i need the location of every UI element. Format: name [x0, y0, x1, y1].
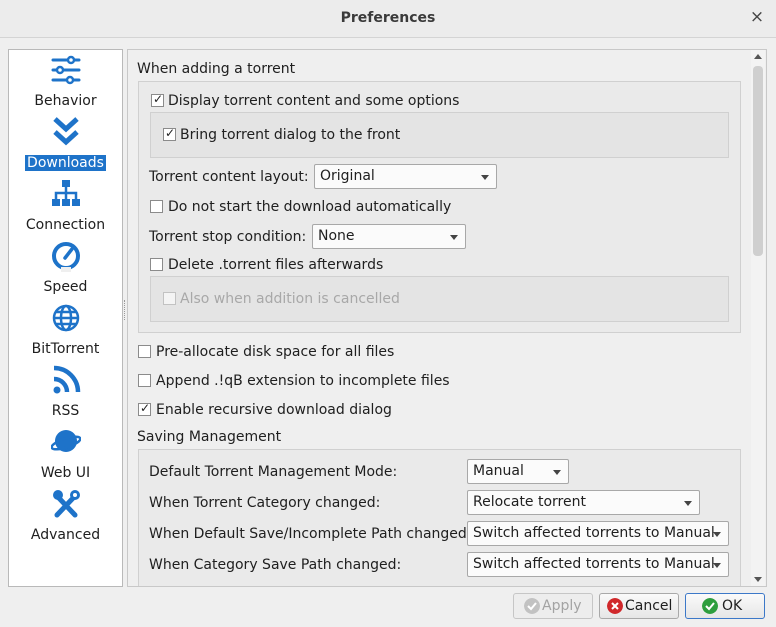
chevron-down-icon: [684, 501, 692, 506]
globe-icon: [52, 304, 80, 332]
chevron-down-icon: [450, 235, 458, 240]
ok-check-icon: [702, 598, 718, 614]
category-changed-label: When Torrent Category changed:: [149, 495, 381, 511]
default-path-changed-select-value: Switch affected torrents to Manual: [473, 525, 715, 541]
sidebar-item-webui[interactable]: Web UI: [9, 426, 122, 488]
category-path-changed-label: When Category Save Path changed:: [149, 557, 402, 573]
sidebar-label: Speed: [43, 279, 88, 295]
sidebar-label: Advanced: [30, 527, 101, 543]
title-bar: Preferences ×: [0, 0, 776, 38]
planet-icon: [51, 430, 81, 452]
delete-files-label: Delete .torrent files afterwards: [168, 257, 384, 273]
append-ext-label: Append .!qB extension to incomplete file…: [156, 373, 450, 389]
layout-label: Torrent content layout:: [149, 169, 309, 185]
speedometer-icon: [52, 242, 80, 272]
ok-button[interactable]: OK: [685, 593, 765, 619]
rss-icon: [53, 365, 81, 394]
network-icon: [52, 180, 80, 206]
chevron-down-icon: [553, 470, 561, 475]
recursive-label: Enable recursive download dialog: [156, 402, 392, 418]
sidebar-item-downloads[interactable]: Downloads: [9, 116, 122, 178]
cancel-x-icon: [607, 598, 623, 614]
downloads-page: When adding a torrent Display torrent co…: [127, 49, 767, 587]
double-chevron-down-icon: [53, 117, 79, 146]
stop-condition-label: Torrent stop condition:: [149, 229, 307, 245]
sliders-icon: [51, 55, 81, 85]
cancel-button[interactable]: Cancel: [599, 593, 679, 619]
mgmt-mode-select-value: Manual: [473, 463, 524, 479]
mgmt-mode-select[interactable]: Manual: [467, 459, 569, 484]
no-autostart-checkbox[interactable]: [150, 200, 163, 213]
stop-condition-select-value: None: [318, 228, 355, 244]
sidebar-item-advanced[interactable]: Advanced: [9, 488, 122, 550]
sidebar-item-connection[interactable]: Connection: [9, 178, 122, 240]
sidebar-label: RSS: [51, 403, 80, 419]
splitter-handle[interactable]: [124, 300, 126, 320]
preallocate-checkbox[interactable]: [138, 345, 151, 358]
recursive-checkbox[interactable]: [138, 401, 151, 416]
preferences-sidebar: Behavior Downloads Connection Speed BitT…: [8, 49, 123, 587]
display-content-checkbox[interactable]: [151, 92, 164, 107]
saving-group-title: Saving Management: [137, 429, 282, 445]
category-changed-select[interactable]: Relocate torrent: [467, 490, 700, 515]
category-changed-select-value: Relocate torrent: [473, 494, 586, 510]
default-path-changed-select[interactable]: Switch affected torrents to Manual: [467, 521, 729, 546]
category-path-changed-select[interactable]: Switch affected torrents to Manual: [467, 552, 729, 577]
layout-select[interactable]: Original: [314, 164, 497, 189]
apply-check-icon: [524, 598, 540, 614]
mgmt-mode-label: Default Torrent Management Mode:: [149, 464, 398, 480]
scroll-up-icon[interactable]: [754, 54, 762, 59]
no-autostart-label: Do not start the download automatically: [168, 199, 452, 215]
category-path-changed-select-value: Switch affected torrents to Manual: [473, 556, 715, 572]
display-content-label: Display torrent content and some options: [168, 93, 460, 109]
chevron-down-icon: [713, 532, 721, 537]
delete-files-checkbox[interactable]: [150, 258, 163, 271]
cancel-button-label: Cancel: [625, 598, 673, 614]
sidebar-item-behavior[interactable]: Behavior: [9, 54, 122, 116]
chevron-down-icon: [713, 563, 721, 568]
sidebar-item-rss[interactable]: RSS: [9, 364, 122, 426]
append-ext-checkbox[interactable]: [138, 374, 151, 387]
also-cancelled-label: Also when addition is cancelled: [180, 291, 400, 307]
stop-condition-select[interactable]: None: [312, 224, 466, 249]
sidebar-label: Downloads: [25, 155, 106, 171]
bring-front-label: Bring torrent dialog to the front: [180, 127, 401, 143]
bring-front-checkbox[interactable]: [163, 126, 176, 141]
content-scrollbar[interactable]: [751, 50, 765, 586]
close-icon[interactable]: ×: [748, 8, 766, 26]
ok-button-label: OK: [722, 598, 743, 614]
sidebar-item-bittorrent[interactable]: BitTorrent: [9, 302, 122, 364]
default-path-changed-label: When Default Save/Incomplete Path change…: [149, 526, 472, 542]
preallocate-label: Pre-allocate disk space for all files: [156, 344, 395, 360]
layout-select-value: Original: [320, 168, 375, 184]
sidebar-label: BitTorrent: [31, 341, 100, 357]
window-title: Preferences: [340, 10, 436, 26]
sidebar-item-speed[interactable]: Speed: [9, 240, 122, 302]
scroll-down-icon[interactable]: [754, 577, 762, 582]
scrollbar-thumb[interactable]: [753, 66, 763, 256]
adding-group-title: When adding a torrent: [137, 61, 296, 77]
tools-icon: [53, 490, 80, 518]
also-cancelled-checkbox[interactable]: [163, 292, 176, 305]
sidebar-label: Connection: [25, 217, 106, 233]
apply-button-label: Apply: [542, 598, 582, 614]
chevron-down-icon: [481, 175, 489, 180]
apply-button[interactable]: Apply: [513, 593, 593, 619]
sidebar-label: Web UI: [40, 465, 91, 481]
sidebar-label: Behavior: [34, 93, 97, 109]
